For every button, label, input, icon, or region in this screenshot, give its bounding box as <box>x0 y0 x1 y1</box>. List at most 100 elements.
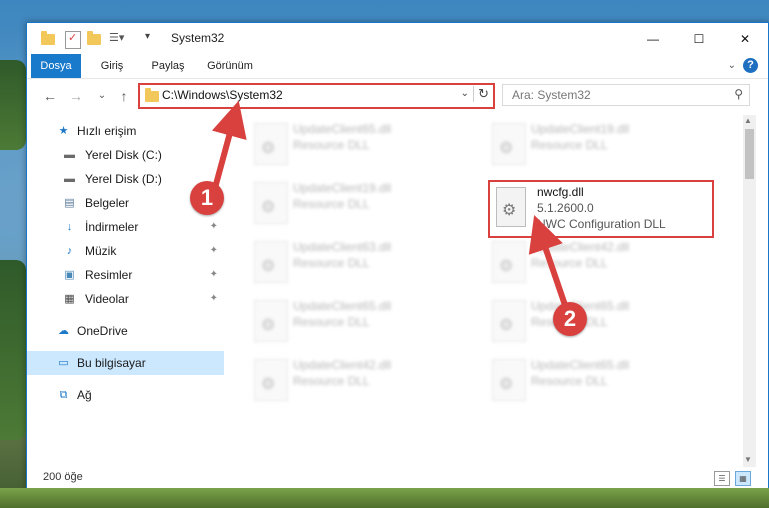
downloads-icon: ↓ <box>66 221 73 233</box>
status-bar: 200 öğe ☰ ▦ <box>27 467 768 489</box>
scrollbar-thumb[interactable] <box>745 129 754 179</box>
search-input[interactable]: Ara: System32 <box>512 88 591 102</box>
dll-file-icon: ⚙ <box>492 241 526 283</box>
search-box[interactable]: Ara: System32 ⚲ <box>502 84 750 106</box>
file-description: NWC Configuration DLL <box>537 217 666 231</box>
dll-file-icon: ⚙ <box>254 300 288 342</box>
ribbon-tabs: Dosya Giriş Paylaş Görünüm ⌄ ? <box>27 54 768 79</box>
sidebar-item-pictures[interactable]: ▣ Resimler ✦ <box>27 263 224 287</box>
explorer-window: ✓ ☰▾ ▾ System32 — ☐ ✕ Dosya Giriş Paylaş… <box>26 22 769 490</box>
list-item[interactable]: ⚙ UpdateClient65.dll Resource DLL <box>246 119 466 169</box>
sidebar-item-this-pc[interactable]: ▭ Bu bilgisayar <box>27 351 224 375</box>
tab-file[interactable]: Dosya <box>31 54 81 78</box>
dll-file-icon: ⚙ <box>496 187 526 227</box>
scroll-down-icon[interactable]: ▼ <box>744 455 752 464</box>
tab-home[interactable]: Giriş <box>89 54 135 78</box>
sidebar-item-label: İndirmeler <box>85 220 139 234</box>
sidebar-item-label: Belgeler <box>85 196 130 210</box>
sidebar-item-label: Yerel Disk (D:) <box>85 172 162 186</box>
scroll-up-icon[interactable]: ▲ <box>744 116 752 125</box>
step-badge-2: 2 <box>553 302 587 336</box>
address-row: ← → ⌄ ↑ C:\Windows\System32 ⌄ ↻ Ara: Sys… <box>27 79 768 113</box>
vertical-scrollbar[interactable]: ▲ ▼ <box>743 115 756 467</box>
help-icon[interactable]: ? <box>743 58 758 73</box>
pin-icon[interactable]: ✦ <box>210 287 218 311</box>
search-icon[interactable]: ⚲ <box>734 87 743 101</box>
star-icon: ★ <box>58 125 69 137</box>
window-title: System32 <box>171 31 225 45</box>
dll-file-icon: ⚙ <box>492 300 526 342</box>
maximize-button[interactable]: ☐ <box>676 23 722 54</box>
back-button[interactable]: ← <box>41 87 59 105</box>
cloud-icon: ☁ <box>58 325 69 337</box>
palm-tree-decoration <box>0 60 26 150</box>
dll-file-icon: ⚙ <box>492 123 526 165</box>
dll-file-icon: ⚙ <box>492 359 526 401</box>
new-folder-icon[interactable] <box>87 31 101 47</box>
sidebar-item-label: Bu bilgisayar <box>77 356 146 370</box>
tab-share[interactable]: Paylaş <box>143 54 193 78</box>
list-item[interactable]: ⚙ UpdateClient42.dll Resource DLL <box>484 237 704 287</box>
sidebar-item-label: Hızlı erişim <box>77 124 137 138</box>
list-item[interactable]: ⚙ UpdateClient63.dll Resource DLL <box>246 237 466 287</box>
sidebar-item-label: Videolar <box>85 292 129 306</box>
sidebar-item-downloads[interactable]: ↓ İndirmeler ✦ <box>27 215 224 239</box>
sidebar-item-label: Yerel Disk (C:) <box>85 148 162 162</box>
drive-icon: ▬ <box>64 149 75 161</box>
list-item[interactable]: ⚙ UpdateClient42.dll Resource DLL <box>246 355 466 405</box>
pin-icon[interactable]: ✦ <box>210 215 218 239</box>
step-badge-1: 1 <box>190 181 224 215</box>
desktop-bottom-strip <box>0 488 769 508</box>
list-item[interactable]: ⚙ UpdateClient19.dll Resource DLL <box>246 178 466 228</box>
details-view-icon[interactable]: ☰ <box>714 471 730 486</box>
sidebar-item-network[interactable]: ⧉ Ağ <box>27 383 224 407</box>
dll-file-icon: ⚙ <box>254 359 288 401</box>
videos-icon: ▦ <box>64 293 75 305</box>
minimize-button[interactable]: — <box>630 23 676 54</box>
forward-button[interactable]: → <box>67 87 85 105</box>
list-item[interactable]: ⚙ UpdateClient65.dll Resource DLL <box>246 296 466 346</box>
sidebar-item-label: OneDrive <box>77 324 128 338</box>
sidebar-item-videos[interactable]: ▦ Videolar ✦ <box>27 287 224 311</box>
address-path[interactable]: C:\Windows\System32 <box>162 88 283 102</box>
ribbon-expand-icon[interactable]: ⌄ <box>728 60 736 71</box>
address-dropdown-icon[interactable]: ⌄ <box>461 88 469 99</box>
highlighted-file-nwcfg[interactable]: ⚙ nwcfg.dll 5.1.2600.0 NWC Configuration… <box>488 180 714 238</box>
sidebar-item-local-disk-c[interactable]: ▬ Yerel Disk (C:) <box>27 143 224 167</box>
close-button[interactable]: ✕ <box>722 23 768 54</box>
sidebar-item-quick-access[interactable]: ★ Hızlı erişim <box>27 119 224 143</box>
drive-icon: ▬ <box>64 173 75 185</box>
up-button[interactable]: ↑ <box>115 87 133 105</box>
file-name: nwcfg.dll <box>537 185 584 199</box>
dll-file-icon: ⚙ <box>254 123 288 165</box>
sidebar-item-onedrive[interactable]: ☁ OneDrive <box>27 319 224 343</box>
quick-access-dropdown-icon[interactable]: ▾ <box>145 31 155 47</box>
list-item[interactable]: ⚙ UpdateClient65.dll Resource DLL <box>484 296 704 346</box>
sidebar-item-music[interactable]: ♪ Müzik ✦ <box>27 239 224 263</box>
list-item[interactable]: ⚙ UpdateClient19.dll Resource DLL <box>484 119 704 169</box>
music-icon: ♪ <box>66 245 73 257</box>
sidebar-item-label: Müzik <box>85 244 117 258</box>
navigation-pane: ★ Hızlı erişim ▬ Yerel Disk (C:) ▬ Yerel… <box>27 115 227 445</box>
pin-icon[interactable]: ✦ <box>210 263 218 287</box>
title-bar: ✓ ☰▾ ▾ System32 — ☐ ✕ <box>27 23 768 54</box>
tab-view[interactable]: Görünüm <box>201 54 259 78</box>
customize-toolbar-icon[interactable]: ☰▾ <box>109 31 131 47</box>
file-version: 5.1.2600.0 <box>537 201 594 215</box>
properties-icon[interactable]: ✓ <box>65 31 81 49</box>
file-list: ⚙ UpdateClient65.dll Resource DLL ⚙ Upda… <box>232 115 742 467</box>
pin-icon[interactable]: ✦ <box>210 239 218 263</box>
pictures-icon: ▣ <box>64 269 75 281</box>
tiles-view-icon[interactable]: ▦ <box>735 471 751 486</box>
recent-locations-button[interactable]: ⌄ <box>93 87 111 105</box>
refresh-icon[interactable]: ↻ <box>473 86 489 102</box>
dll-file-icon: ⚙ <box>254 182 288 224</box>
computer-icon: ▭ <box>58 357 69 369</box>
dll-file-icon: ⚙ <box>254 241 288 283</box>
sidebar-item-label: Ağ <box>77 388 92 402</box>
item-count: 200 öğe <box>43 471 83 483</box>
network-icon: ⧉ <box>59 389 68 401</box>
address-bar[interactable]: C:\Windows\System32 ⌄ ↻ <box>138 83 495 109</box>
sidebar-item-label: Resimler <box>85 268 133 282</box>
list-item[interactable]: ⚙ UpdateClient65.dll Resource DLL <box>484 355 704 405</box>
